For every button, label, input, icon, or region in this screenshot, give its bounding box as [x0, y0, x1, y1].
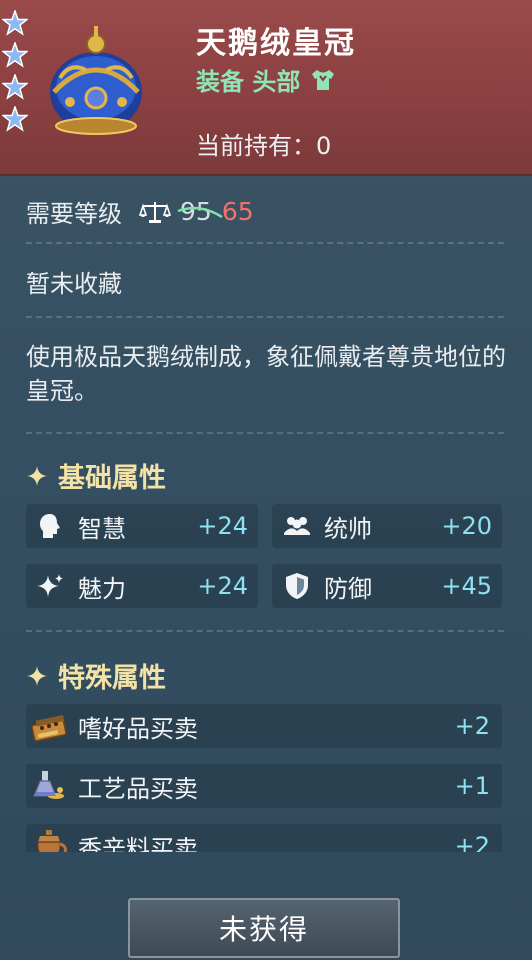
- divider: [26, 630, 504, 632]
- scale-icon: [138, 201, 172, 223]
- stat-intelligence: 智慧 +24: [26, 504, 258, 548]
- divider: [26, 432, 504, 434]
- stat-value: +45: [441, 572, 492, 600]
- sparkle-bullet-icon: [27, 465, 47, 486]
- sparkle-icon: [37, 574, 63, 597]
- spice-pot-icon: [37, 830, 67, 852]
- divider: [26, 242, 504, 244]
- star-icon: [2, 10, 28, 36]
- special-label: 工艺品买卖: [78, 774, 198, 803]
- reduced-level: 65: [221, 197, 254, 226]
- divider: [26, 316, 504, 318]
- stat-label: 魅力: [78, 574, 126, 603]
- item-description: 使用极品天鹅绒制成，象征佩戴者尊贵地位的皇冠。: [26, 343, 506, 405]
- original-level: 95: [177, 197, 223, 226]
- special-value: +1: [454, 772, 490, 800]
- stat-label: 防御: [324, 574, 372, 603]
- special-item-spice: 香辛料买卖 +2: [26, 824, 502, 852]
- category-label: 装备 头部: [196, 68, 301, 96]
- special-label: 香辛料买卖: [78, 834, 198, 853]
- basic-attributes-title: 基础属性: [26, 456, 166, 495]
- stat-value: +20: [441, 512, 492, 540]
- group-people-icon: [284, 517, 310, 535]
- item-category: 装备 头部: [196, 62, 336, 97]
- sparkle-bullet-icon: [27, 665, 47, 686]
- stat-value: +24: [197, 512, 248, 540]
- list-overflow-clip: 香辛料买卖 +2: [0, 820, 532, 852]
- basic-attributes-label: 基础属性: [58, 463, 166, 494]
- item-header: 天鹅绒皇冠 装备 头部 当前持有：0: [0, 0, 532, 176]
- item-name: 天鹅绒皇冠: [196, 26, 356, 61]
- star-icon: [2, 106, 28, 132]
- stat-value: +24: [197, 572, 248, 600]
- stat-label: 统帅: [324, 514, 372, 543]
- not-obtained-button[interactable]: 未获得: [128, 898, 400, 958]
- special-value: +2: [454, 832, 490, 852]
- collect-status: 暂未收藏: [26, 270, 122, 298]
- star-icon: [2, 42, 28, 68]
- craft-goods-icon: [33, 771, 64, 799]
- special-attributes-label: 特殊属性: [58, 663, 166, 694]
- level-label: 需要等级: [26, 200, 122, 228]
- star-rating: [2, 10, 32, 138]
- stat-defense: 防御 +45: [272, 564, 502, 608]
- stat-command: 统帅 +20: [272, 504, 502, 548]
- level-requirement: 需要等级 95 65: [26, 194, 254, 229]
- head-profile-icon: [40, 514, 60, 538]
- special-item-luxury: 嗜好品买卖 +2: [26, 704, 502, 748]
- crown-icon: [50, 26, 142, 135]
- special-label: 嗜好品买卖: [78, 714, 198, 743]
- star-icon: [2, 74, 28, 100]
- luxury-goods-icon: [31, 714, 67, 742]
- special-item-craft: 工艺品买卖 +1: [26, 764, 502, 808]
- shirt-icon: [312, 69, 335, 90]
- special-attributes-title: 特殊属性: [26, 656, 166, 695]
- strikethrough-mark: [177, 206, 223, 219]
- stat-label: 智慧: [78, 514, 126, 543]
- shield-icon: [286, 573, 308, 599]
- holding-count: 当前持有：0: [196, 132, 332, 160]
- special-value: +2: [454, 712, 490, 740]
- stat-charm: 魅力 +24: [26, 564, 258, 608]
